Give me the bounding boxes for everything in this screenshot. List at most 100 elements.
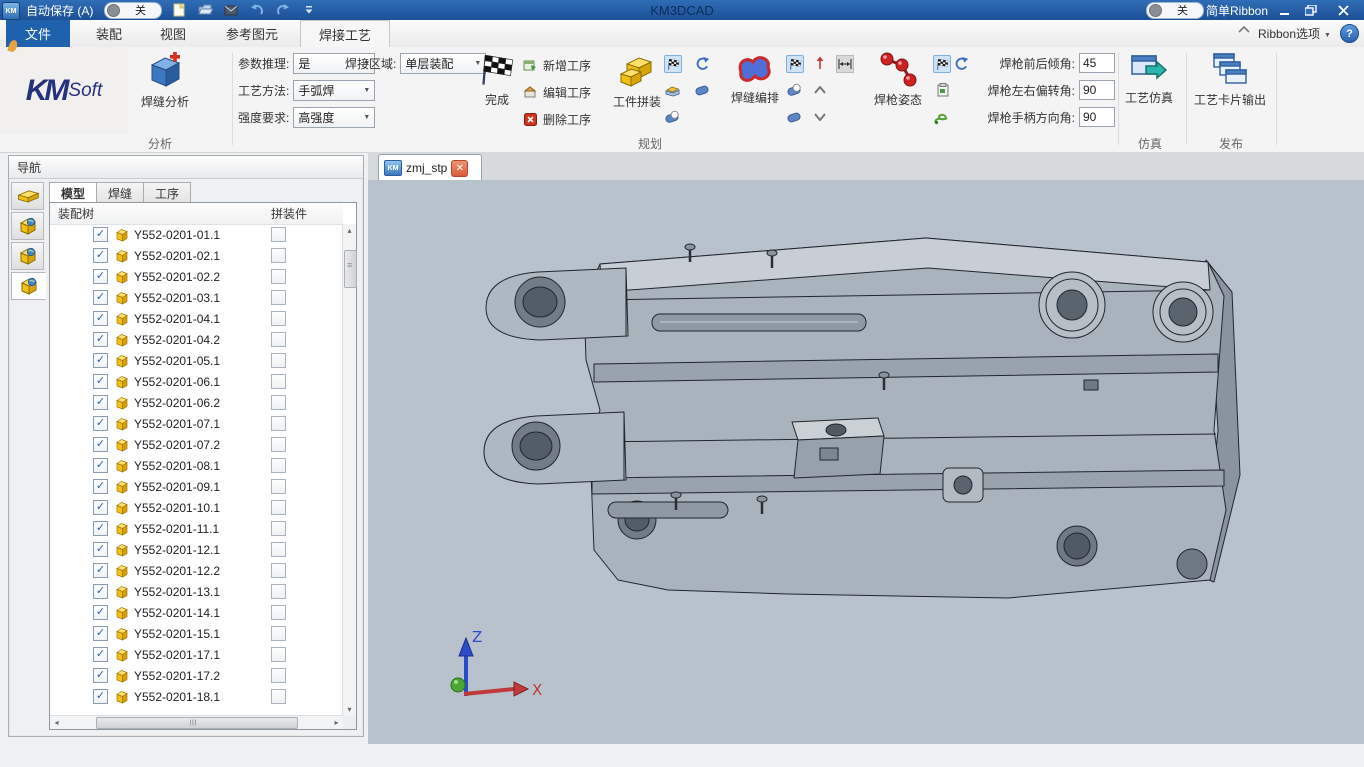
scrollbar-thumb[interactable] — [344, 250, 357, 288]
torch-handle-angle-input[interactable] — [1079, 107, 1115, 127]
flag-small-icon[interactable] — [664, 55, 682, 73]
torch-pitch-angle-input[interactable] — [1079, 53, 1115, 73]
tree-row[interactable]: ✓ Y552-0201-14.1 — [50, 602, 343, 623]
scroll-down-icon[interactable]: ▾ — [343, 703, 356, 716]
ribbon-collapse-icon[interactable] — [1238, 25, 1254, 41]
scroll-left-icon[interactable]: ◂ — [50, 716, 63, 729]
panel-window-icon[interactable] — [322, 159, 335, 172]
piece-checkbox[interactable] — [271, 269, 286, 284]
tree-row[interactable]: ✓ Y552-0201-04.2 — [50, 329, 343, 350]
edit-step-button[interactable]: 编辑工序 — [522, 82, 591, 102]
card-output-button[interactable]: 工艺卡片输出 — [1192, 52, 1268, 108]
tree-row[interactable]: ✓ Y552-0201-12.1 — [50, 539, 343, 560]
chevron-down-icon[interactable] — [812, 109, 828, 125]
visibility-checkbox[interactable]: ✓ — [93, 269, 108, 284]
minimize-button[interactable] — [1272, 1, 1298, 19]
tree-row[interactable]: ✓ Y552-0201-07.1 — [50, 413, 343, 434]
spring-icon[interactable] — [933, 109, 949, 125]
tree-row[interactable]: ✓ Y552-0201-08.1 — [50, 455, 343, 476]
scrollbar-thumb[interactable] — [96, 717, 298, 729]
visibility-checkbox[interactable]: ✓ — [93, 437, 108, 452]
capsule-sphere-icon[interactable] — [664, 109, 680, 125]
delete-step-button[interactable]: 删除工序 — [522, 109, 591, 129]
tree-row[interactable]: ✓ Y552-0201-11.1 — [50, 518, 343, 539]
piece-checkbox[interactable] — [271, 395, 286, 410]
piece-checkbox[interactable] — [271, 437, 286, 452]
capsule-icon[interactable] — [694, 82, 710, 98]
visibility-checkbox[interactable]: ✓ — [93, 311, 108, 326]
scroll-up-icon[interactable]: ▴ — [343, 224, 356, 237]
piece-checkbox[interactable] — [271, 521, 286, 536]
close-button[interactable] — [1330, 1, 1356, 19]
tree-row[interactable]: ✓ Y552-0201-15.1 — [50, 623, 343, 644]
process-method-select[interactable]: 手弧焊 — [293, 80, 375, 101]
tree-vertical-scrollbar[interactable]: ▴ ▾ — [342, 224, 356, 716]
tree-row[interactable]: ✓ Y552-0201-17.2 — [50, 665, 343, 686]
visibility-checkbox[interactable]: ✓ — [93, 647, 108, 662]
flag-small-icon[interactable] — [933, 55, 951, 73]
piece-checkbox[interactable] — [271, 668, 286, 683]
piece-checkbox[interactable] — [271, 500, 286, 515]
red-arrow-up-icon[interactable] — [812, 55, 828, 71]
tree-row[interactable]: ✓ Y552-0201-09.1 — [50, 476, 343, 497]
chevron-up-icon[interactable] — [812, 82, 828, 98]
visibility-checkbox[interactable]: ✓ — [93, 395, 108, 410]
piece-checkbox[interactable] — [271, 248, 286, 263]
torch-pose-button[interactable]: 焊枪姿态 — [866, 52, 930, 108]
capsule-sphere-icon[interactable] — [786, 82, 802, 98]
cad-model[interactable]: Z X — [368, 180, 1364, 744]
tree-row[interactable]: ✓ Y552-0201-12.2 — [50, 560, 343, 581]
width-measure-icon[interactable] — [836, 55, 854, 73]
tree-row[interactable]: ✓ Y552-0201-18.1 — [50, 686, 343, 707]
visibility-checkbox[interactable]: ✓ — [93, 500, 108, 515]
piece-checkbox[interactable] — [271, 416, 286, 431]
visibility-checkbox[interactable]: ✓ — [93, 227, 108, 242]
tree-row[interactable]: ✓ Y552-0201-02.1 — [50, 245, 343, 266]
capsule-icon[interactable] — [786, 109, 802, 125]
tree-row[interactable]: ✓ Y552-0201-03.1 — [50, 287, 343, 308]
visibility-checkbox[interactable]: ✓ — [93, 584, 108, 599]
piece-checkbox[interactable] — [271, 479, 286, 494]
document-tab[interactable]: KM zmj_stp ✕ — [378, 154, 482, 181]
visibility-checkbox[interactable]: ✓ — [93, 542, 108, 557]
visibility-checkbox[interactable]: ✓ — [93, 668, 108, 683]
piece-checkbox[interactable] — [271, 227, 286, 242]
process-simulation-button[interactable]: 工艺仿真 — [1120, 52, 1178, 106]
strip-assembly-icon[interactable] — [11, 272, 46, 300]
tray-icon[interactable] — [664, 82, 680, 98]
part-assembly-button[interactable]: 工件拼装 — [600, 52, 674, 110]
piece-checkbox[interactable] — [271, 689, 286, 704]
panel-window-icon[interactable] — [342, 159, 355, 172]
panel-window-icon[interactable] — [302, 159, 315, 172]
tree-row[interactable]: ✓ Y552-0201-02.2 — [50, 266, 343, 287]
piece-checkbox[interactable] — [271, 332, 286, 347]
tree-row[interactable]: ✓ Y552-0201-05.1 — [50, 350, 343, 371]
weld-analysis-button[interactable]: 焊缝分析 — [133, 52, 197, 110]
ribbon-mode-toggle[interactable]: 关 — [1146, 0, 1204, 20]
finish-button[interactable]: 完成 — [470, 52, 524, 108]
tree-row[interactable]: ✓ Y552-0201-06.2 — [50, 392, 343, 413]
tab-reference[interactable]: 参考图元 — [208, 20, 296, 47]
rotate-icon[interactable] — [953, 55, 969, 71]
tree-row[interactable]: ✓ Y552-0201-17.1 — [50, 644, 343, 665]
visibility-checkbox[interactable]: ✓ — [93, 248, 108, 263]
tab-welding-process[interactable]: 焊接工艺 — [300, 20, 390, 48]
piece-checkbox[interactable] — [271, 584, 286, 599]
visibility-checkbox[interactable]: ✓ — [93, 374, 108, 389]
visibility-checkbox[interactable]: ✓ — [93, 605, 108, 620]
piece-checkbox[interactable] — [271, 563, 286, 578]
strip-slab-icon[interactable] — [11, 182, 44, 210]
tree-horizontal-scrollbar[interactable]: ◂ ▸ — [50, 715, 343, 729]
piece-checkbox[interactable] — [271, 311, 286, 326]
document-close-icon[interactable]: ✕ — [451, 160, 468, 177]
piece-checkbox[interactable] — [271, 290, 286, 305]
tab-assembly[interactable]: 装配 — [80, 20, 138, 47]
scroll-right-icon[interactable]: ▸ — [330, 716, 343, 729]
visibility-checkbox[interactable]: ✓ — [93, 689, 108, 704]
visibility-checkbox[interactable]: ✓ — [93, 626, 108, 641]
tree-row[interactable]: ✓ Y552-0201-13.1 — [50, 581, 343, 602]
tab-view[interactable]: 视图 — [144, 20, 202, 47]
tree-row[interactable]: ✓ Y552-0201-07.2 — [50, 434, 343, 455]
piece-checkbox[interactable] — [271, 626, 286, 641]
piece-checkbox[interactable] — [271, 353, 286, 368]
